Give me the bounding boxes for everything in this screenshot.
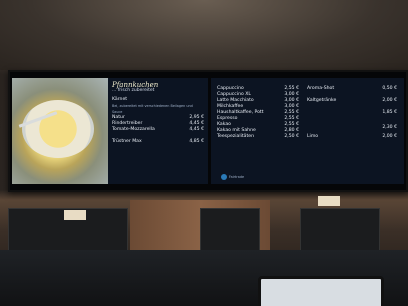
pancake-menu: Pfannkuchen ... frisch zubereitet Kärnet…: [112, 82, 204, 145]
menu-board: Pfannkuchen ... frisch zubereitet Kärnet…: [8, 70, 408, 192]
fairtrade-icon: [221, 174, 227, 180]
price-sign: [318, 196, 340, 206]
food-photo: [12, 78, 108, 184]
menu-item: Limo 2,00 €: [307, 134, 397, 139]
pos-screen: [258, 276, 384, 306]
menu-panel-pancakes: Pfannkuchen ... frisch zubereitet Kärnet…: [12, 78, 208, 184]
fairtrade-label: Fairtrade: [221, 174, 244, 180]
plate-image: [22, 100, 94, 158]
cafe-scene: Pfannkuchen ... frisch zubereitet Kärnet…: [0, 0, 408, 306]
ceiling: [0, 0, 408, 70]
menu-subtitle: ... frisch zubereitet: [112, 88, 155, 93]
menu-item: Trüstner Max 4,85 €: [112, 139, 204, 144]
menu-item: Teespezialitäten 2,50 €: [217, 134, 299, 139]
menu-panel-drinks: Cappuccino 2,55 € Cappuccino XL 3,00 € Lat…: [211, 78, 404, 184]
menu-note: Bei, zubereitet mit verschiedenen Beilag…: [112, 104, 193, 114]
extras-list: Aroma-Shot 0,50 € Kaltgetränke 2,00 € 1,85…: [307, 86, 397, 140]
price-sign: [64, 210, 86, 220]
coffee-list: Cappuccino 2,55 € Cappuccino XL 3,00 € Lat…: [217, 86, 299, 140]
